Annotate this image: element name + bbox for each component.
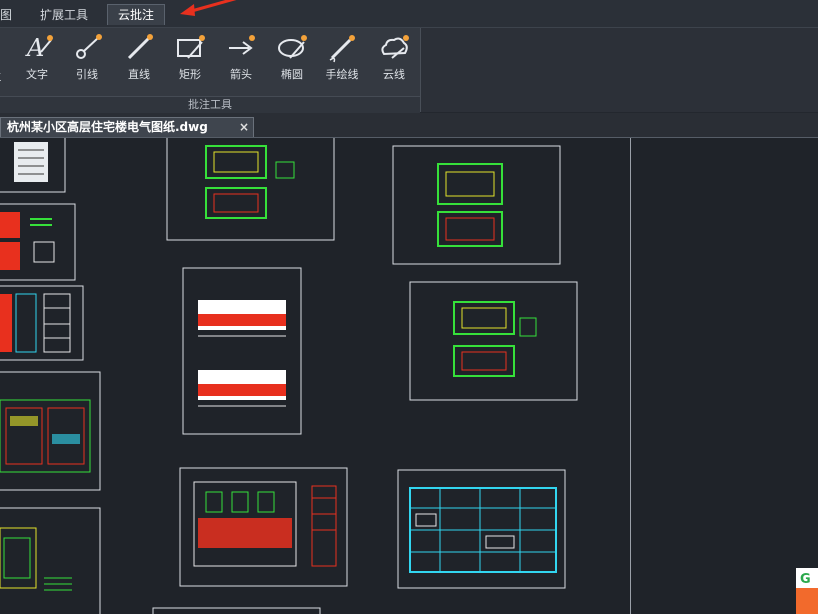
ellipse-tool-button[interactable]: 椭圆 xyxy=(268,30,316,94)
viewport-divider xyxy=(630,138,631,614)
sheet-4 xyxy=(0,371,101,491)
partial-tool[interactable]: 主 xyxy=(0,30,8,94)
annotation-ribbon: 主 A 文字 引线 直线 矩形 xyxy=(0,28,421,113)
tab-extension-tools[interactable]: 扩展工具 xyxy=(40,5,88,25)
sheet-11 xyxy=(409,281,578,401)
cloud-line-tool-button[interactable]: 云线 xyxy=(370,30,418,94)
sheet-5 xyxy=(0,507,101,614)
arrow-tool-button[interactable]: 箭头 xyxy=(217,30,265,94)
rectangle-tool-button[interactable]: 矩形 xyxy=(166,30,214,94)
freehand-tool-button[interactable]: 手绘线 xyxy=(318,30,366,94)
ribbon-group-label: 批注工具 xyxy=(0,96,420,113)
drawing-canvas[interactable] xyxy=(0,138,818,614)
close-icon[interactable]: × xyxy=(239,118,249,137)
ribbon-empty-area xyxy=(421,28,818,112)
sheet-9 xyxy=(152,607,321,614)
straight-line-icon xyxy=(127,34,153,60)
document-tab[interactable]: 杭州某小区高层住宅楼电气图纸.dwg × xyxy=(0,117,254,137)
red-pointer-arrow-icon xyxy=(180,0,237,16)
sheet-12 xyxy=(397,469,566,589)
text-annotate-icon: A xyxy=(25,34,53,62)
sheet-2 xyxy=(0,203,76,281)
sheet-6 xyxy=(166,138,335,241)
sheet-3 xyxy=(0,285,84,361)
leader-tool-button[interactable]: 引线 xyxy=(63,30,111,94)
text-tool-button[interactable]: A 文字 xyxy=(13,30,61,94)
rectangle-icon xyxy=(177,35,205,59)
document-tab-title: 杭州某小区高层住宅楼电气图纸.dwg xyxy=(7,120,208,134)
tab-drawing[interactable]: 图 xyxy=(0,5,12,25)
sheet-1 xyxy=(0,138,66,193)
cloud-line-icon xyxy=(381,35,409,59)
sheet-7 xyxy=(182,267,302,435)
app-badge-icon[interactable]: G xyxy=(796,568,818,614)
leader-line-icon xyxy=(76,34,102,59)
drawing-sheets xyxy=(0,138,578,614)
svg-text:A: A xyxy=(25,34,44,62)
sheet-8 xyxy=(179,467,348,587)
line-tool-button[interactable]: 直线 xyxy=(115,30,163,94)
document-tab-strip: 杭州某小区高层住宅楼电气图纸.dwg × xyxy=(0,113,818,138)
svg-text:G: G xyxy=(800,572,811,587)
arrow-icon xyxy=(229,35,255,55)
tab-cloud-annotation[interactable]: 云批注 xyxy=(107,4,166,25)
menu-tab-bar: 图 扩展工具 云批注 xyxy=(0,0,818,28)
sheet-10 xyxy=(392,145,561,265)
freehand-line-icon xyxy=(329,35,355,63)
ellipse-icon xyxy=(278,35,307,59)
